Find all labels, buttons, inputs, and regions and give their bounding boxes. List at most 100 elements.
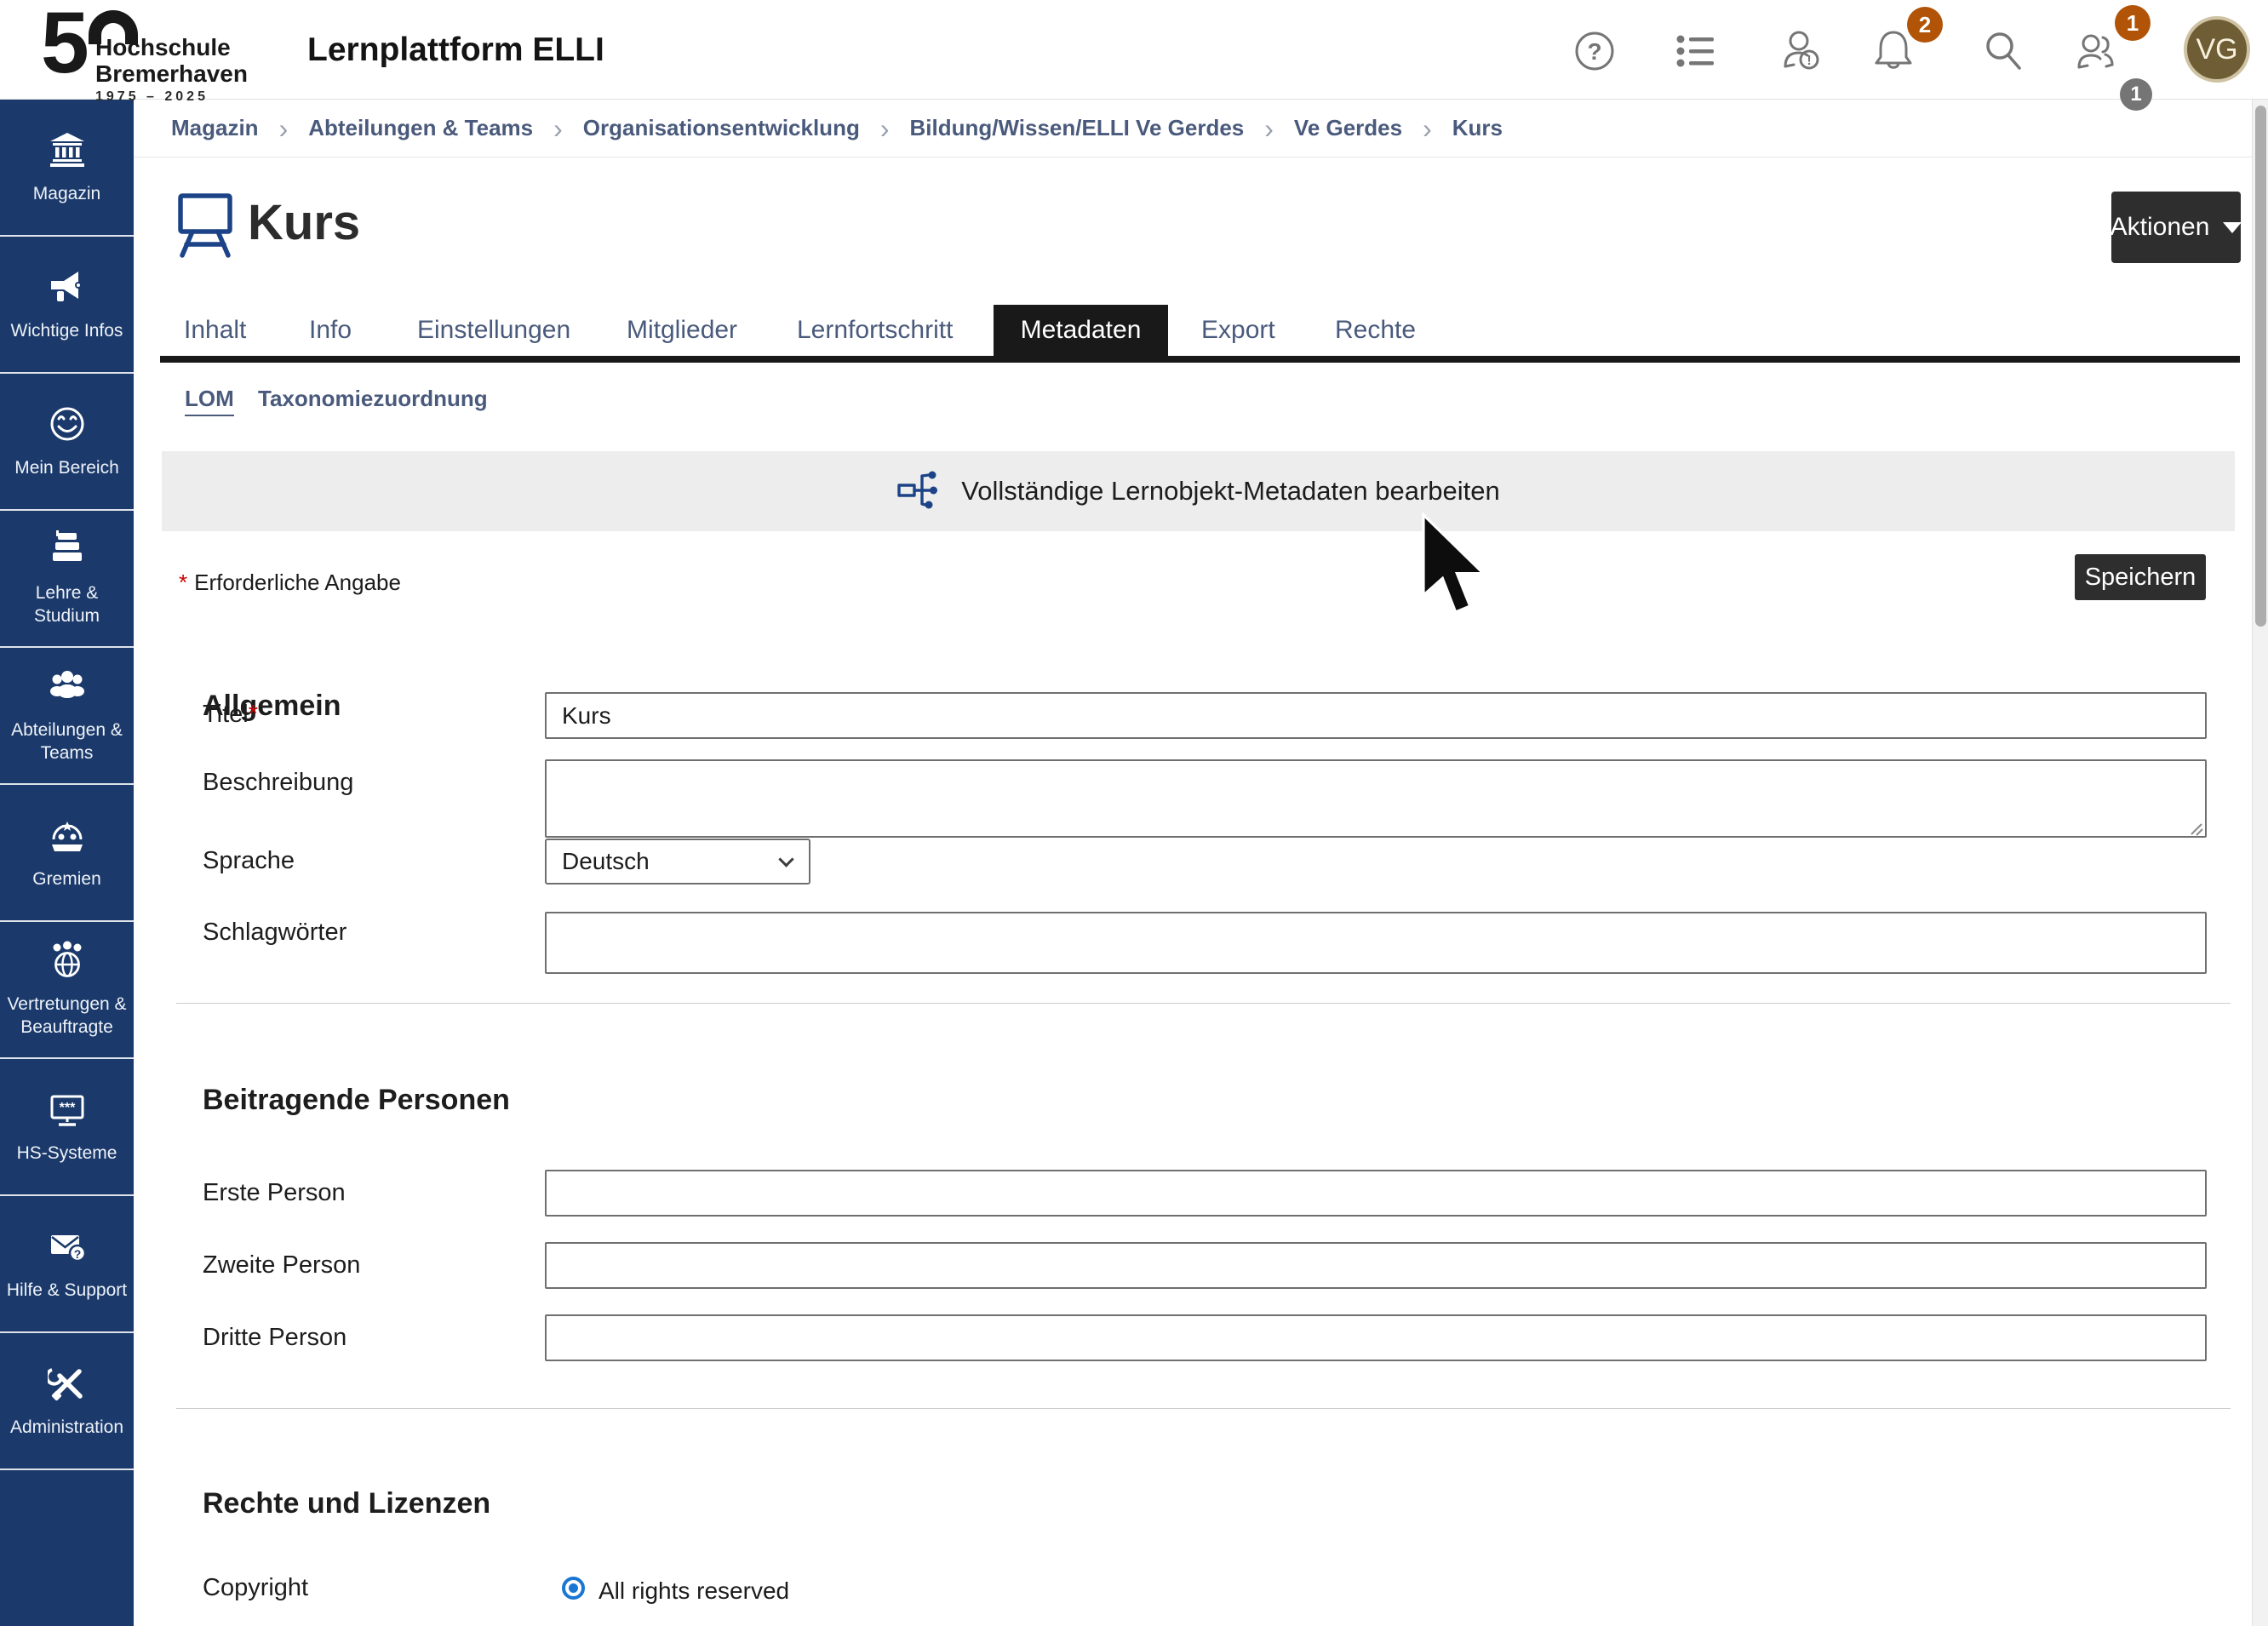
breadcrumb-separator: › [1423, 117, 1432, 140]
search-icon[interactable] [1982, 29, 2026, 73]
breadcrumb-separator: › [1264, 117, 1274, 140]
sprache-label: Sprache [203, 847, 295, 875]
logo-50-number: 5 [41, 0, 86, 93]
svg-text:!: ! [1807, 54, 1811, 68]
erste-person-input[interactable] [545, 1170, 2207, 1217]
titel-required-star: * [249, 701, 258, 728]
svg-text:?: ? [1587, 38, 1601, 65]
scrollbar-track[interactable] [2252, 100, 2268, 1626]
breadcrumb: Magazin › Abteilungen & Teams › Organisa… [134, 100, 2253, 157]
sidebar-item-label: Lehre & Studium [0, 581, 134, 627]
beschreibung-textarea[interactable] [545, 759, 2207, 838]
edit-full-metadata-bar[interactable]: Vollständige Lernobjekt-Metadaten bearbe… [162, 451, 2235, 531]
sidebar-item-label: Abteilungen & Teams [0, 719, 134, 764]
tab-info[interactable]: Info [309, 305, 352, 356]
tab-export[interactable]: Export [1201, 305, 1275, 356]
titel-input[interactable] [545, 692, 2207, 739]
dritte-person-label: Dritte Person [203, 1324, 346, 1352]
sidebar-item-gremien[interactable]: Gremien [0, 785, 134, 922]
sidebar-item-label: Gremien [30, 867, 104, 890]
list-menu-icon[interactable] [1675, 29, 1719, 73]
chevron-down-icon [2223, 222, 2242, 233]
contacts-badge-top: 1 [2115, 5, 2151, 41]
logo-line2: Bremerhaven [95, 60, 248, 87]
books-icon [48, 530, 87, 573]
contacts-badge-bottom: 1 [2120, 78, 2152, 111]
app-title: Lernplattform ELLI [307, 0, 604, 100]
tab-einstellungen[interactable]: Einstellungen [417, 305, 570, 356]
sprache-select[interactable]: Deutsch [545, 839, 810, 885]
svg-text:?: ? [73, 1247, 81, 1261]
zweite-person-input[interactable] [545, 1242, 2207, 1289]
copyright-radio[interactable] [562, 1577, 585, 1600]
schlagwoerter-input[interactable] [545, 912, 2207, 974]
globe-people-icon [48, 941, 87, 984]
edit-full-metadata-label: Vollständige Lernobjekt-Metadaten bearbe… [961, 476, 1500, 507]
sidebar-item-label: Vertretungen & Beauftragte [0, 993, 134, 1039]
smiley-icon [48, 404, 87, 448]
breadcrumb-link[interactable]: Magazin [171, 115, 259, 141]
breadcrumb-separator: › [880, 117, 890, 140]
tab-inhalt[interactable]: Inhalt [184, 305, 246, 356]
sidebar-item-hilfe-support[interactable]: ? Hilfe & Support [0, 1196, 134, 1333]
dritte-person-input[interactable] [545, 1314, 2207, 1361]
page-title: Kurs [248, 192, 360, 255]
sidebar-item-administration[interactable]: Administration [0, 1333, 134, 1470]
help-icon[interactable]: ? [1572, 29, 1617, 73]
actions-button[interactable]: Aktionen [2111, 192, 2241, 263]
section-divider [176, 1408, 2231, 1409]
sidebar-item-lehre-studium[interactable]: Lehre & Studium [0, 511, 134, 648]
copyright-radio-label[interactable]: All rights reserved [598, 1577, 789, 1605]
breadcrumb-link[interactable]: Organisationsentwicklung [583, 115, 860, 141]
subtab-taxonomiezuordnung[interactable]: Taxonomiezuordnung [258, 386, 488, 412]
breadcrumb-link[interactable]: Ve Gerdes [1294, 115, 1402, 141]
contacts-icon[interactable] [2075, 29, 2119, 73]
bell-icon[interactable] [1870, 26, 1914, 70]
tab-mitglieder[interactable]: Mitglieder [627, 305, 737, 356]
section-divider [176, 1003, 2231, 1004]
save-button[interactable]: Speichern [2075, 554, 2206, 600]
sidebar-item-magazin[interactable]: Magazin [0, 100, 134, 237]
sidebar-item-label: Administration [8, 1416, 126, 1439]
people-group-icon [48, 667, 87, 710]
main-content: Magazin › Abteilungen & Teams › Organisa… [134, 100, 2253, 1626]
tab-metadaten[interactable]: Metadaten [994, 305, 1168, 356]
breadcrumb-link[interactable]: Bildung/Wissen/ELLI Ve Gerdes [910, 115, 1245, 141]
avatar[interactable]: VG [2184, 16, 2250, 83]
required-note: *Erforderliche Angabe [179, 570, 401, 596]
section-heading-beitragende: Beitragende Personen [203, 1084, 510, 1117]
logo-line1: Hochschule [95, 34, 248, 60]
sidebar-item-wichtige-infos[interactable]: Wichtige Infos [0, 237, 134, 374]
breadcrumb-separator: › [279, 117, 289, 140]
sidebar-item-mein-bereich[interactable]: Mein Bereich [0, 374, 134, 511]
sidebar-item-abteilungen-teams[interactable]: Abteilungen & Teams [0, 648, 134, 785]
metadata-graph-icon [896, 468, 939, 515]
copyright-label: Copyright [203, 1574, 308, 1602]
sidebar-item-vertretungen[interactable]: Vertretungen & Beauftragte [0, 922, 134, 1059]
actions-button-label: Aktionen [2110, 213, 2210, 242]
required-asterisk: * [179, 570, 187, 595]
university-logo[interactable]: 5 Hochschule Bremerhaven 1975 – 2025 [41, 3, 254, 97]
mail-question-icon: ? [48, 1227, 87, 1270]
svg-text:***: *** [59, 1101, 75, 1115]
resize-grip-icon[interactable] [2187, 820, 2204, 841]
section-heading-rechte: Rechte und Lizenzen [203, 1487, 490, 1520]
titel-label: Titel* [203, 701, 258, 729]
scrollbar-thumb[interactable] [2255, 106, 2266, 627]
tab-underline [160, 356, 2240, 363]
sprache-selected-value: Deutsch [547, 840, 809, 883]
monitor-icon: *** [48, 1090, 87, 1133]
breadcrumb-current[interactable]: Kurs [1452, 115, 1503, 141]
sidebar-item-label: Wichtige Infos [9, 319, 126, 342]
breadcrumb-link[interactable]: Abteilungen & Teams [308, 115, 533, 141]
sidebar-item-label: Mein Bereich [12, 456, 122, 479]
sidebar-item-hs-systeme[interactable]: *** HS-Systeme [0, 1059, 134, 1196]
zweite-person-label: Zweite Person [203, 1251, 360, 1280]
tab-rechte[interactable]: Rechte [1335, 305, 1416, 356]
bank-icon [48, 130, 87, 174]
tab-lernfortschritt[interactable]: Lernfortschritt [797, 305, 953, 356]
user-alert-icon[interactable]: ! [1780, 29, 1824, 73]
schlagwoerter-label: Schlagwörter [203, 919, 346, 947]
sidebar-item-label: HS-Systeme [14, 1142, 120, 1165]
subtab-lom[interactable]: LOM [185, 386, 234, 416]
